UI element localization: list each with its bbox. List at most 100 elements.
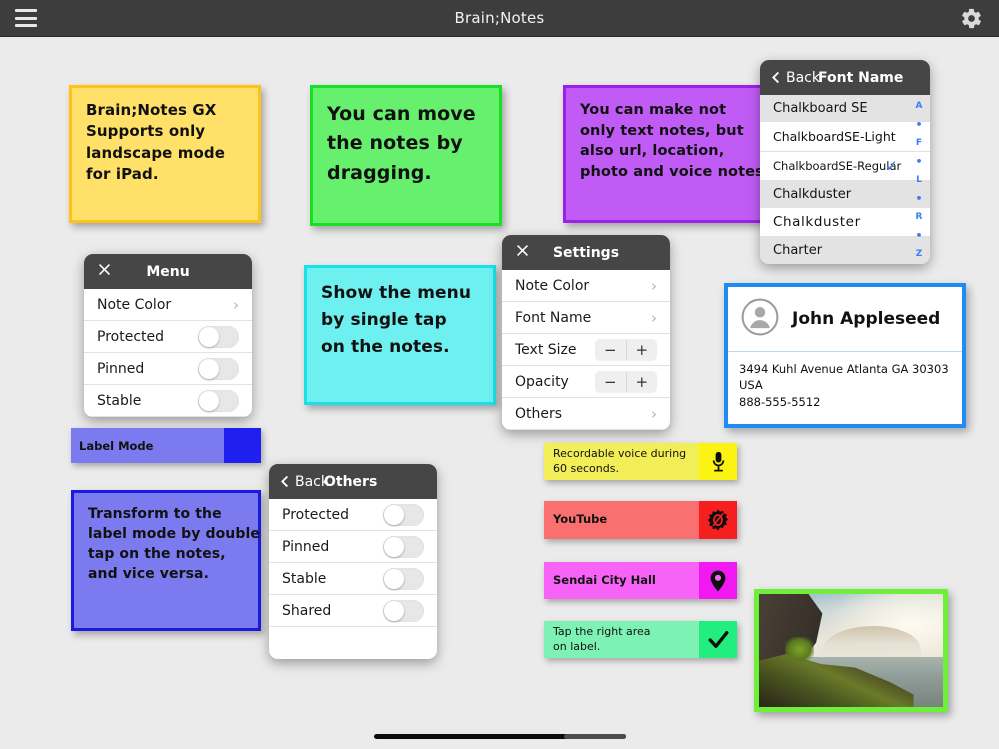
others-row-protected[interactable]: Protected	[269, 499, 437, 531]
sticky-note-purple[interactable]: You can make not only text notes, but al…	[563, 85, 770, 223]
sticky-note-cyan[interactable]: Show the menu by single tap on the notes…	[304, 265, 496, 405]
chevron-right-icon: ›	[651, 308, 657, 327]
others-row-shared[interactable]: Shared	[269, 595, 437, 627]
contact-phone: 888-555-5512	[739, 394, 821, 409]
label-mode-bar[interactable]: Label Mode	[71, 428, 261, 463]
photo-image	[759, 594, 943, 707]
menu-row-protected[interactable]: Protected	[84, 321, 252, 353]
check-label-note[interactable]: Tap the right area on label.	[544, 621, 737, 658]
font-list-item[interactable]: Charter	[760, 237, 930, 264]
index-dot[interactable]: •	[915, 119, 922, 130]
font-list-item-selected[interactable]: ChalkboardSE-Regular ✓	[760, 152, 930, 181]
label-line: 60 seconds.	[553, 461, 619, 475]
note-line: the notes by	[327, 132, 463, 155]
minus-button[interactable]: −	[595, 339, 627, 360]
close-icon[interactable]	[96, 261, 113, 282]
index-dot[interactable]: •	[915, 193, 922, 204]
contact-note[interactable]: John Appleseed 3494 Kuhl Avenue Atlanta …	[724, 283, 966, 428]
settings-row-text-size[interactable]: Text Size − +	[502, 334, 670, 366]
note-line: Transform to the	[88, 506, 222, 522]
minus-button[interactable]: −	[595, 371, 627, 392]
font-list-item[interactable]: Chalkduster	[760, 208, 930, 237]
back-label: Back	[295, 473, 329, 490]
color-swatch[interactable]	[224, 428, 261, 463]
sticky-note-green[interactable]: You can move the notes by dragging.	[310, 85, 502, 226]
url-icon[interactable]	[699, 501, 737, 539]
top-bar: Brain;Notes	[0, 0, 999, 37]
font-index-strip[interactable]: A • F • L • R • Z	[910, 95, 928, 264]
plus-button[interactable]: +	[627, 340, 658, 360]
note-line: Brain;Notes GX	[86, 101, 217, 119]
contact-address-line2: USA	[739, 378, 763, 393]
menu-row-pinned[interactable]: Pinned	[84, 353, 252, 385]
index-dot[interactable]: •	[915, 156, 922, 167]
label-line: Tap the right area	[553, 624, 651, 638]
others-panel-header: Back Others	[269, 464, 437, 499]
row-label: Protected	[282, 506, 349, 523]
settings-row-others[interactable]: Others ›	[502, 398, 670, 430]
row-label: Note Color	[97, 296, 172, 313]
home-indicator[interactable]	[374, 734, 626, 739]
font-panel-title: Font Name	[818, 69, 904, 86]
others-row-pinned[interactable]: Pinned	[269, 531, 437, 563]
row-label: Opacity	[515, 373, 569, 390]
pinned-toggle[interactable]	[383, 535, 424, 558]
sticky-note-yellow[interactable]: Brain;Notes GX Supports only landscape m…	[69, 85, 261, 223]
index-letter[interactable]: Z	[916, 249, 923, 259]
font-name-label: ChalkboardSE-Light	[773, 129, 896, 144]
stable-toggle[interactable]	[198, 389, 239, 412]
protected-toggle[interactable]	[383, 503, 424, 526]
label-text: Recordable voice during 60 seconds.	[544, 443, 699, 480]
note-line: dragging.	[327, 161, 432, 184]
photo-note[interactable]	[754, 589, 948, 712]
gear-icon[interactable]	[960, 7, 983, 30]
menu-row-note-color[interactable]: Note Color ›	[84, 289, 252, 321]
label-text: Tap the right area on label.	[544, 621, 699, 658]
index-dot[interactable]: •	[915, 230, 922, 241]
back-button[interactable]: Back	[278, 474, 329, 490]
index-letter[interactable]: R	[916, 212, 923, 222]
row-label: Stable	[97, 392, 142, 409]
url-label-note[interactable]: YouTube	[544, 501, 737, 539]
settings-row-note-color[interactable]: Note Color ›	[502, 270, 670, 302]
font-name-label: Chalkduster	[773, 214, 861, 230]
sticky-note-blueviolet[interactable]: Transform to the label mode by double ta…	[71, 490, 261, 631]
shared-toggle[interactable]	[383, 599, 424, 622]
text-size-stepper[interactable]: − +	[595, 338, 658, 361]
map-pin-icon[interactable]	[699, 562, 737, 599]
pinned-toggle[interactable]	[198, 357, 239, 380]
note-line: landscape mode	[86, 143, 225, 162]
settings-row-font-name[interactable]: Font Name ›	[502, 302, 670, 334]
font-list-item[interactable]: Chalkboard SE	[760, 95, 930, 122]
photo-bush	[784, 636, 815, 662]
settings-row-opacity[interactable]: Opacity − +	[502, 366, 670, 398]
font-list-item[interactable]: Chalkduster	[760, 181, 930, 208]
others-row-stable[interactable]: Stable	[269, 563, 437, 595]
back-button[interactable]: Back	[769, 70, 820, 86]
chevron-right-icon: ›	[651, 404, 657, 423]
row-label: Font Name	[515, 309, 592, 326]
label-mode-text: Label Mode	[79, 438, 154, 453]
index-letter[interactable]: F	[916, 138, 922, 148]
note-line: label mode by double	[88, 525, 260, 542]
opacity-stepper[interactable]: − +	[595, 370, 658, 393]
stable-toggle[interactable]	[383, 567, 424, 590]
note-line: photo and voice notes.	[580, 163, 770, 180]
back-label: Back	[786, 69, 820, 86]
index-letter[interactable]: A	[916, 101, 923, 111]
microphone-icon[interactable]	[699, 443, 737, 480]
close-icon[interactable]	[514, 242, 531, 263]
chevron-left-icon	[772, 71, 780, 84]
voice-label-note[interactable]: Recordable voice during 60 seconds.	[544, 443, 737, 480]
font-list-item[interactable]: ChalkboardSE-Light	[760, 122, 930, 152]
font-name-label: Chalkboard SE	[773, 100, 868, 116]
index-letter[interactable]: L	[916, 175, 922, 185]
font-name-label: Charter	[773, 243, 823, 258]
protected-toggle[interactable]	[198, 325, 239, 348]
row-label: Text Size	[515, 341, 577, 358]
checkmark-icon[interactable]	[699, 621, 737, 658]
location-label-note[interactable]: Sendai City Hall	[544, 562, 737, 599]
font-name-panel: Back Font Name Chalkboard SE ChalkboardS…	[760, 60, 930, 264]
menu-row-stable[interactable]: Stable	[84, 385, 252, 417]
plus-button[interactable]: +	[627, 372, 658, 392]
